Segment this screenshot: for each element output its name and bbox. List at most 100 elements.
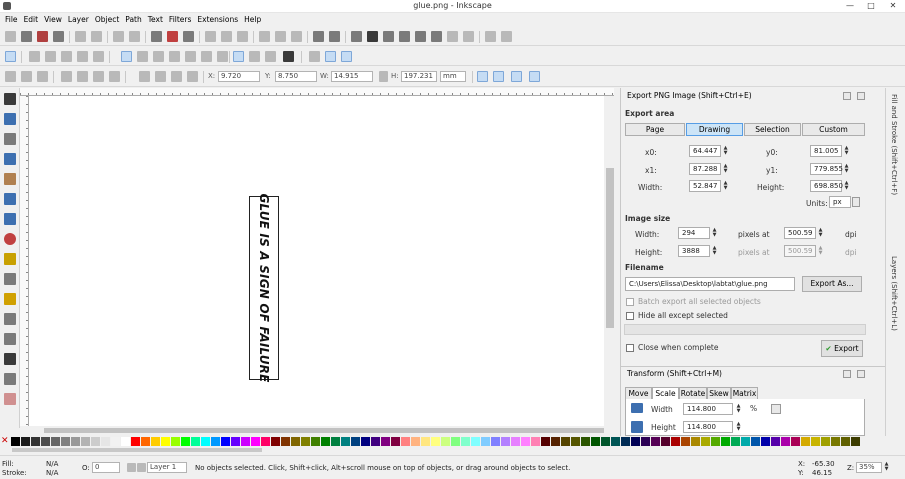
palette-swatch[interactable]	[571, 437, 580, 446]
export-area-selection[interactable]: Selection	[744, 123, 801, 136]
units-select[interactable]: px	[829, 196, 851, 208]
palette-swatch[interactable]	[131, 437, 140, 446]
dpi-input[interactable]: 500.59	[784, 227, 816, 239]
menu-filters[interactable]: Filters	[166, 13, 194, 26]
spiral-tool-icon[interactable]	[4, 273, 16, 285]
y0-input[interactable]: 81.005	[810, 145, 842, 157]
menu-extensions[interactable]: Extensions	[194, 13, 241, 26]
palette-swatch[interactable]	[401, 437, 410, 446]
palette-swatch[interactable]	[111, 437, 120, 446]
xml-editor-icon[interactable]	[383, 31, 394, 42]
palette-swatch[interactable]	[261, 437, 270, 446]
eraser-tool-icon[interactable]	[4, 393, 16, 405]
raise-icon[interactable]	[155, 71, 166, 82]
rotate-ccw-icon[interactable]	[61, 71, 72, 82]
x-input[interactable]: 9.720	[218, 71, 260, 82]
palette-swatch[interactable]	[761, 437, 770, 446]
palette-swatch[interactable]	[81, 437, 90, 446]
enable-snapping-icon[interactable]	[5, 51, 16, 62]
palette-swatch[interactable]	[121, 437, 130, 446]
transform-panel-close[interactable]	[857, 370, 865, 378]
palette-swatch[interactable]	[671, 437, 680, 446]
scale-stroke-icon[interactable]	[477, 71, 488, 82]
document-properties-icon[interactable]	[431, 31, 442, 42]
palette-swatch[interactable]	[71, 437, 80, 446]
x0-spinner[interactable]: ▲ ▼	[723, 146, 728, 156]
snap-bbox-edge-icon[interactable]	[45, 51, 56, 62]
menu-text[interactable]: Text	[145, 13, 166, 26]
align-distribute-icon[interactable]	[399, 31, 410, 42]
palette-swatch[interactable]	[51, 437, 60, 446]
calligraphy-tool-icon[interactable]	[4, 333, 16, 345]
paste-icon[interactable]	[183, 31, 194, 42]
print-icon[interactable]	[53, 31, 64, 42]
palette-swatch[interactable]	[651, 437, 660, 446]
cut-icon[interactable]	[167, 31, 178, 42]
select-all-icon[interactable]	[5, 71, 16, 82]
palette-swatch[interactable]	[501, 437, 510, 446]
palette-swatch[interactable]	[241, 437, 250, 446]
export-panel-minimize[interactable]	[843, 92, 851, 100]
flip-vertical-icon[interactable]	[109, 71, 120, 82]
palette-swatch[interactable]	[441, 437, 450, 446]
transform-patterns-icon[interactable]	[529, 71, 540, 82]
new-document-icon[interactable]	[5, 31, 16, 42]
palette-swatch[interactable]	[841, 437, 850, 446]
h-input[interactable]: 197.231	[401, 71, 437, 82]
dock-tab-fill-stroke[interactable]: Fill and Stroke (Shift+Ctrl+F)	[890, 94, 898, 195]
deselect-icon[interactable]	[37, 71, 48, 82]
open-icon[interactable]	[21, 31, 32, 42]
palette-scrollbar[interactable]	[10, 447, 895, 453]
scale-height-input[interactable]: 114.800	[683, 421, 733, 433]
vertical-ruler[interactable]	[20, 96, 29, 426]
palette-swatch[interactable]	[471, 437, 480, 446]
scale-width-spinner[interactable]: ▲ ▼	[736, 404, 741, 414]
palette-swatch[interactable]	[631, 437, 640, 446]
menu-file[interactable]: File	[0, 13, 21, 26]
y-input[interactable]: 8.750	[275, 71, 317, 82]
palette-swatch[interactable]	[361, 437, 370, 446]
symbols-icon[interactable]	[463, 31, 474, 42]
export-as-button[interactable]: Export As...	[802, 276, 862, 292]
x1-spinner[interactable]: ▲ ▼	[723, 164, 728, 174]
palette-swatch[interactable]	[521, 437, 530, 446]
palette-swatch[interactable]	[391, 437, 400, 446]
palette-swatch[interactable]	[581, 437, 590, 446]
image-height-input[interactable]: 3888	[678, 245, 710, 257]
palette-swatch[interactable]	[431, 437, 440, 446]
layers-icon[interactable]	[447, 31, 458, 42]
palette-swatch[interactable]	[311, 437, 320, 446]
drawing-canvas[interactable]	[29, 96, 604, 426]
rotate-cw-icon[interactable]	[77, 71, 88, 82]
snap-smooth-icon[interactable]	[185, 51, 196, 62]
export-area-drawing[interactable]: Drawing	[686, 123, 743, 136]
snap-grid-icon[interactable]	[325, 51, 336, 62]
palette-swatch[interactable]	[41, 437, 50, 446]
palette-swatch[interactable]	[291, 437, 300, 446]
palette-swatch[interactable]	[551, 437, 560, 446]
fill-stroke-icon[interactable]	[351, 31, 362, 42]
raise-to-top-icon[interactable]	[139, 71, 150, 82]
palette-swatch[interactable]	[371, 437, 380, 446]
select-all-layers-icon[interactable]	[21, 71, 32, 82]
palette-swatch[interactable]	[511, 437, 520, 446]
x1-input[interactable]: 87.288	[689, 163, 721, 175]
hide-all-checkbox[interactable]	[626, 312, 634, 320]
scale-width-input[interactable]: 114.800	[683, 403, 733, 415]
opacity-input[interactable]: 0	[92, 462, 120, 473]
duplicate-icon[interactable]	[259, 31, 270, 42]
import-icon[interactable]	[75, 31, 86, 42]
lower-icon[interactable]	[171, 71, 182, 82]
scale-unit-dropdown-icon[interactable]	[771, 404, 781, 414]
undo-icon[interactable]	[113, 31, 124, 42]
palette-swatch[interactable]	[481, 437, 490, 446]
y1-input[interactable]: 779.855	[810, 163, 843, 175]
palette-swatch[interactable]	[221, 437, 230, 446]
zoom-page-icon[interactable]	[237, 31, 248, 42]
maximize-button[interactable]: □	[860, 0, 882, 12]
palette-swatch[interactable]	[381, 437, 390, 446]
palette-swatch[interactable]	[61, 437, 70, 446]
palette-swatch[interactable]	[451, 437, 460, 446]
palette-swatch[interactable]	[411, 437, 420, 446]
export-area-page[interactable]: Page	[625, 123, 685, 136]
